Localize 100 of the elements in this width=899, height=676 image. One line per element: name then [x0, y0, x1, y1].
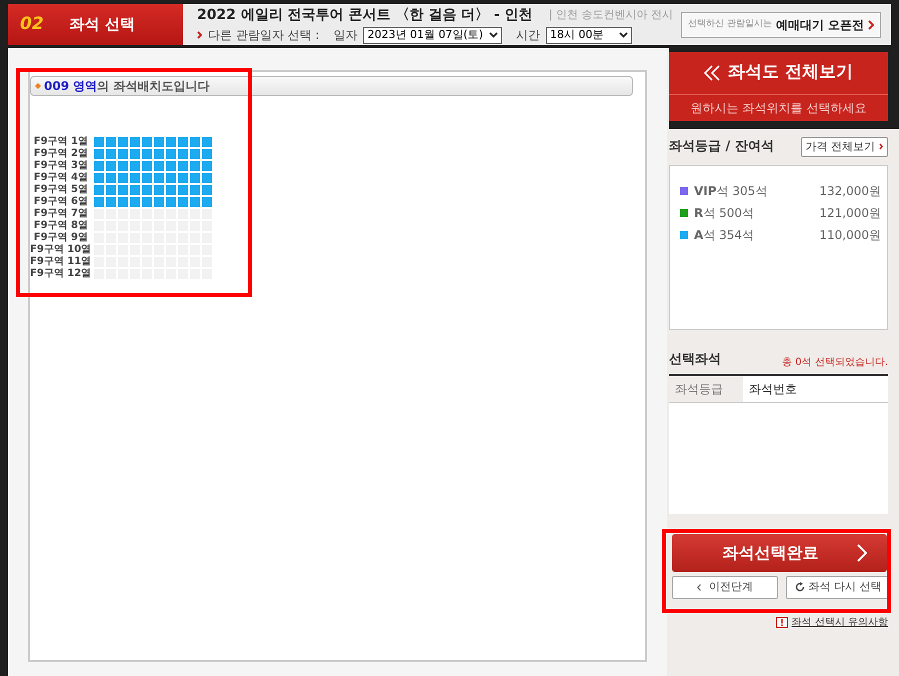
warning-icon	[776, 616, 788, 628]
available-seat[interactable]	[154, 137, 164, 147]
chevron-left-icon	[697, 584, 701, 590]
available-seat[interactable]	[202, 137, 212, 147]
price-button[interactable]: 가격 전체보기	[800, 136, 888, 157]
available-seat[interactable]	[94, 149, 104, 159]
available-seat[interactable]	[178, 149, 188, 159]
available-seat[interactable]	[166, 137, 176, 147]
available-seat[interactable]	[106, 197, 116, 207]
available-seat[interactable]	[118, 185, 128, 195]
complete-button[interactable]: 좌석선택완료	[672, 534, 887, 572]
available-seat[interactable]	[166, 161, 176, 171]
available-seat[interactable]	[118, 149, 128, 159]
available-seat[interactable]	[130, 173, 140, 183]
available-seat[interactable]	[94, 161, 104, 171]
grade-name: A석 354석	[694, 227, 754, 244]
chevron-icon	[879, 143, 883, 150]
refresh-icon	[794, 582, 804, 592]
available-seat[interactable]	[190, 185, 200, 195]
available-seat[interactable]	[202, 185, 212, 195]
available-seat[interactable]	[202, 149, 212, 159]
available-seat[interactable]	[106, 185, 116, 195]
notice-button[interactable]: 선택하신 관람일시는 예매대기 오픈전	[680, 12, 881, 38]
available-seat[interactable]	[166, 197, 176, 207]
row-label: F9구역 11열	[30, 256, 92, 268]
available-seat[interactable]	[202, 161, 212, 171]
grade-price: 132,000원	[819, 183, 881, 200]
grades-title: 좌석등급 / 잔여석	[669, 138, 774, 156]
row-label: F9구역 4열	[32, 172, 89, 184]
available-seat[interactable]	[142, 161, 152, 171]
available-seat[interactable]	[118, 197, 128, 207]
available-seat[interactable]	[154, 197, 164, 207]
grade-name: VIP석 305석	[694, 183, 768, 200]
reset-button[interactable]: 좌석 다시 선택	[786, 576, 890, 598]
available-seat[interactable]	[142, 137, 152, 147]
available-seat[interactable]	[94, 137, 104, 147]
row-label: F9구역 1열	[32, 136, 89, 148]
available-seat[interactable]	[178, 197, 188, 207]
available-seat[interactable]	[142, 197, 152, 207]
available-seat[interactable]	[166, 149, 176, 159]
column-header: 좌석번호	[748, 380, 798, 398]
other-dates-label: 다른 관람일자 선택 :	[208, 27, 320, 44]
available-seat[interactable]	[130, 161, 140, 171]
previous-button[interactable]: 이전단계	[672, 576, 778, 598]
notice-link[interactable]: 좌석 선택시 유의사항	[792, 614, 888, 630]
available-seat[interactable]	[106, 137, 116, 147]
step-title: 좌석 선택	[70, 14, 135, 36]
grade-name: R석 500석	[694, 205, 754, 222]
row-label: F9구역 2열	[32, 148, 89, 160]
chevron-icon	[196, 31, 202, 39]
available-seat[interactable]	[190, 137, 200, 147]
available-seat[interactable]	[118, 137, 128, 147]
grade-price: 121,000원	[819, 205, 881, 222]
caret-icon	[619, 32, 628, 38]
available-seat[interactable]	[178, 185, 188, 195]
available-seat[interactable]	[166, 173, 176, 183]
caret-icon	[489, 32, 498, 38]
available-seat[interactable]	[178, 161, 188, 171]
row-label: F9구역 3열	[32, 160, 89, 172]
available-seat[interactable]	[190, 149, 200, 159]
available-seat[interactable]	[190, 161, 200, 171]
diamond-icon	[35, 83, 41, 89]
row-label: F9구역 8열	[32, 220, 89, 232]
date-select[interactable]: 2023년 01월 07일(토)	[363, 26, 502, 44]
available-seat[interactable]	[178, 137, 188, 147]
available-seat[interactable]	[154, 185, 164, 195]
available-seat[interactable]	[106, 161, 116, 171]
row-label: F9구역 5열	[32, 184, 89, 196]
time-label: 시간	[516, 27, 540, 44]
grade-price: 110,000원	[819, 227, 881, 244]
available-seat[interactable]	[154, 161, 164, 171]
available-seat[interactable]	[166, 185, 176, 195]
available-seat[interactable]	[142, 149, 152, 159]
available-seat[interactable]	[106, 173, 116, 183]
overview-button[interactable]: 좌석도 전체보기	[669, 52, 888, 94]
chevron-icon	[868, 20, 874, 30]
available-seat[interactable]	[94, 185, 104, 195]
available-seat[interactable]	[118, 173, 128, 183]
time-select[interactable]: 18시 00분	[546, 26, 632, 44]
available-seat[interactable]	[154, 173, 164, 183]
available-seat[interactable]	[94, 197, 104, 207]
row-label: F9구역 9열	[32, 232, 89, 244]
available-seat[interactable]	[202, 173, 212, 183]
available-seat[interactable]	[154, 149, 164, 159]
available-seat[interactable]	[130, 137, 140, 147]
available-seat[interactable]	[178, 173, 188, 183]
venue-text: | 인천 송도컨벤시아 전시	[548, 7, 673, 24]
available-seat[interactable]	[130, 149, 140, 159]
available-seat[interactable]	[94, 173, 104, 183]
event-title: 2022 에일리 전국투어 콘서트 〈한 걸음 더〉 - 인천	[196, 6, 533, 25]
available-seat[interactable]	[106, 149, 116, 159]
available-seat[interactable]	[130, 185, 140, 195]
available-seat[interactable]	[142, 185, 152, 195]
available-seat[interactable]	[130, 197, 140, 207]
available-seat[interactable]	[142, 173, 152, 183]
available-seat[interactable]	[190, 197, 200, 207]
available-seat[interactable]	[202, 197, 212, 207]
date-label: 일자	[333, 27, 358, 44]
available-seat[interactable]	[190, 173, 200, 183]
available-seat[interactable]	[118, 161, 128, 171]
